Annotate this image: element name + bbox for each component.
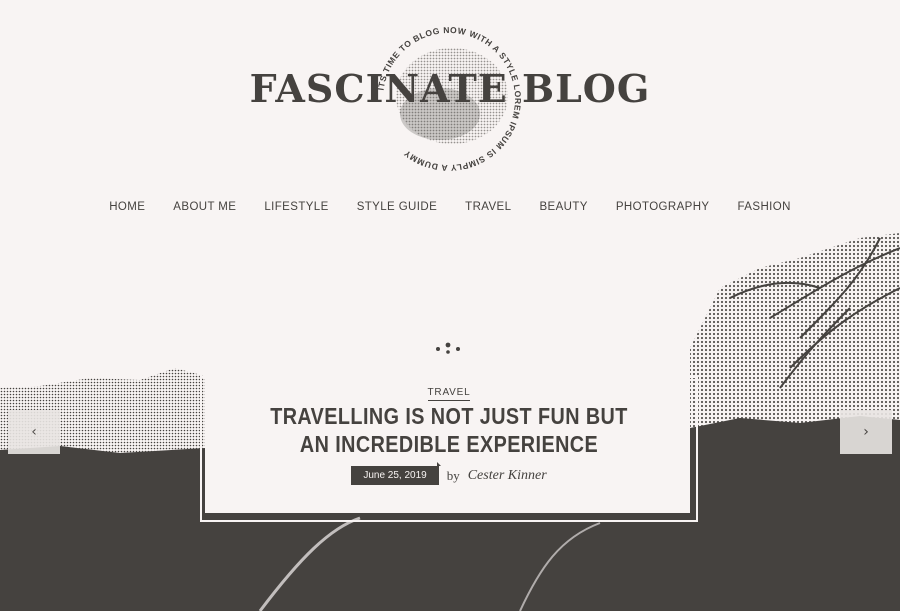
nav-item-photography[interactable]: PHOTOGRAPHY xyxy=(602,198,724,216)
post-meta: June 25, 2019 by Cester Kinner xyxy=(210,462,688,485)
post-by-label: by xyxy=(446,467,460,483)
chevron-right-icon: › xyxy=(863,424,869,440)
nav-item-beauty[interactable]: BEAUTY xyxy=(525,198,601,216)
chevron-left-icon: ‹ xyxy=(31,424,37,440)
main-nav: HOME ABOUT ME LIFESTYLE STYLE GUIDE TRAV… xyxy=(0,198,900,216)
post-category-link[interactable]: TRAVEL xyxy=(427,387,471,401)
nav-item-travel[interactable]: TRAVEL xyxy=(451,198,525,216)
page: ITS TIME TO BLOG NOW WITH A STYLE LOREM … xyxy=(0,0,900,611)
site-title[interactable]: FASCINATE BLOG xyxy=(0,66,900,111)
slider-next-button[interactable]: › xyxy=(840,410,892,454)
post-card: TRAVEL TRAVELLING IS NOT JUST FUN BUT AN… xyxy=(210,362,688,510)
site-header: ITS TIME TO BLOG NOW WITH A STYLE LOREM … xyxy=(0,0,900,180)
nav-item-lifestyle[interactable]: LIFESTYLE xyxy=(250,198,342,216)
post-author[interactable]: Cester Kinner xyxy=(468,468,547,484)
post-category: TRAVEL xyxy=(210,380,688,401)
slider-prev-button[interactable]: ‹ xyxy=(8,410,60,454)
post-date[interactable]: June 25, 2019 xyxy=(351,462,442,485)
nav-item-style-guide[interactable]: STYLE GUIDE xyxy=(343,198,451,216)
nav-item-home[interactable]: HOME xyxy=(95,198,159,216)
ornament-icon xyxy=(436,342,460,354)
nav-item-fashion[interactable]: FASHION xyxy=(724,198,805,216)
nav-item-about-me[interactable]: ABOUT ME xyxy=(159,198,250,216)
post-title[interactable]: TRAVELLING IS NOT JUST FUN BUT AN INCRED… xyxy=(269,402,628,458)
